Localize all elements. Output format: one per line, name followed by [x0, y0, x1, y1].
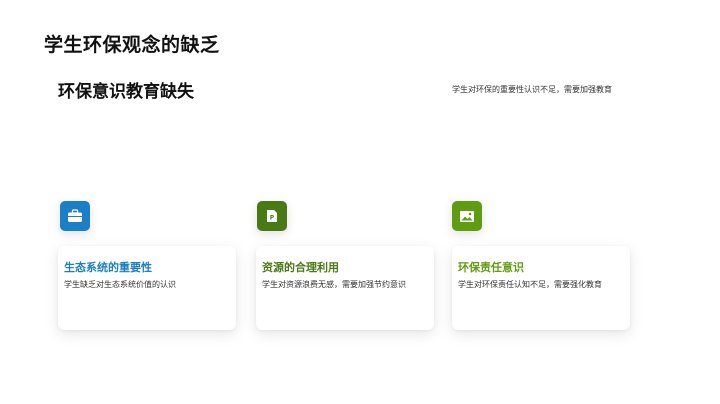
page-title: 学生环保观念的缺乏 [44, 34, 220, 56]
card-responsibility: 环保责任意识 学生对环保责任认知不足，需要强化教育 [452, 246, 630, 330]
section-title: 环保意识教育缺失 [58, 82, 194, 102]
card-text: 学生对环保责任认知不足，需要强化教育 [458, 280, 602, 289]
briefcase-icon [60, 201, 90, 231]
document-icon: P [257, 201, 287, 231]
card-text: 学生缺乏对生态系统价值的认识 [64, 280, 176, 289]
card-ecosystem: 生态系统的重要性 学生缺乏对生态系统价值的认识 [58, 246, 236, 330]
slide: 学生环保观念的缺乏 环保意识教育缺失 学生对环保的重要性认识不足，需要加强教育 … [0, 0, 720, 404]
card-resources: 资源的合理利用 学生对资源浪费无感，需要加强节约意识 [256, 246, 434, 330]
image-icon [452, 201, 482, 231]
section-description: 学生对环保的重要性认识不足，需要加强教育 [452, 85, 612, 94]
card-title: 资源的合理利用 [262, 261, 339, 274]
svg-text:P: P [270, 215, 275, 222]
card-text: 学生对资源浪费无感，需要加强节约意识 [262, 280, 406, 289]
card-title: 生态系统的重要性 [64, 261, 152, 274]
card-title: 环保责任意识 [458, 261, 524, 274]
